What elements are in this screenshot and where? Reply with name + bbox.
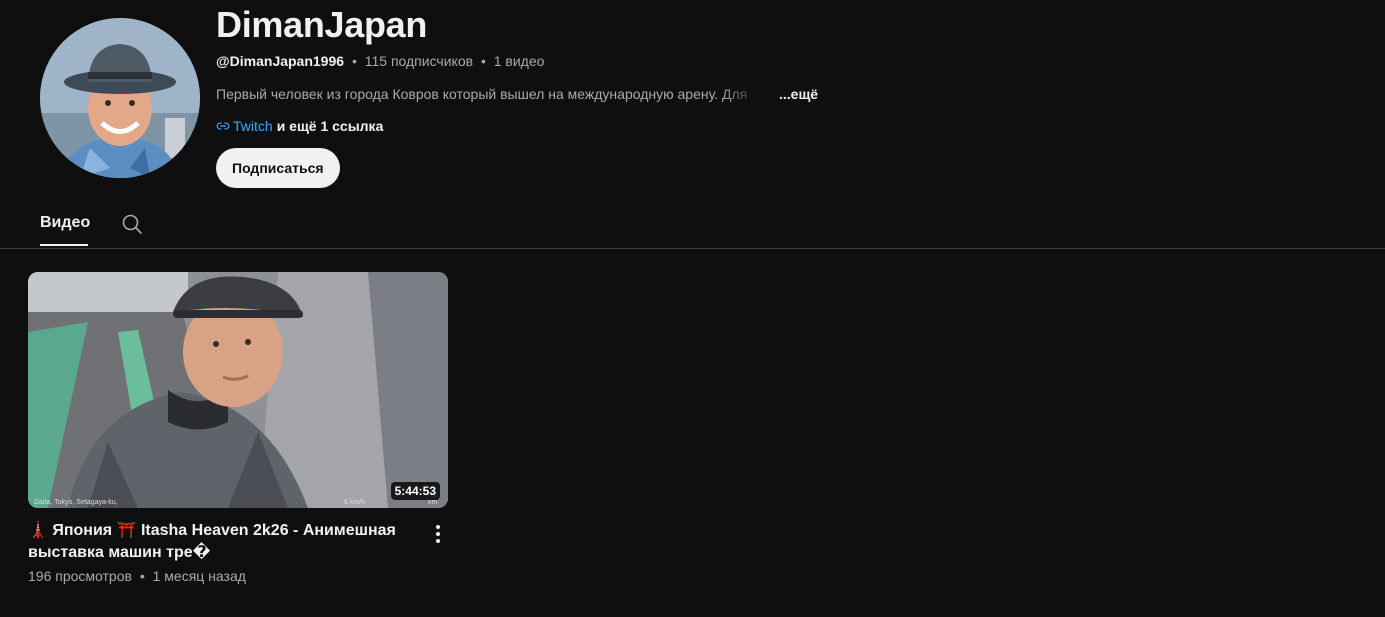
tab-active-indicator bbox=[40, 244, 88, 246]
link-icon bbox=[216, 122, 230, 130]
subscribe-button[interactable]: Подписаться bbox=[216, 148, 340, 188]
search-icon[interactable] bbox=[120, 212, 144, 236]
tab-videos[interactable]: Видео bbox=[40, 200, 90, 246]
menu-dot bbox=[436, 532, 440, 536]
channel-tabs: Видео bbox=[0, 200, 1385, 249]
description-fade bbox=[720, 84, 780, 104]
overlay-location: Daita, Tokyo, Setagaya-ku, bbox=[34, 499, 118, 506]
overlay-speed: 6 km/h bbox=[344, 499, 366, 506]
twitch-link[interactable]: Twitch bbox=[233, 118, 273, 134]
video-count: 1 видео bbox=[493, 53, 545, 69]
channel-name: DimanJapan bbox=[216, 4, 428, 45]
channel-description[interactable]: Первый человек из города Ковров который … bbox=[216, 86, 776, 102]
channel-links: Twitch и ещё 1 ссылка bbox=[216, 118, 383, 134]
video-age: 1 месяц назад bbox=[152, 568, 246, 584]
meta-separator: • bbox=[351, 53, 357, 69]
meta-separator: • bbox=[480, 53, 486, 69]
more-links-button[interactable]: и ещё 1 ссылка bbox=[277, 118, 384, 134]
subscriber-count: 115 подписчиков bbox=[364, 53, 474, 69]
video-title[interactable]: 🗼 Япония ⛩️ Itasha Heaven 2k26 - Анимешн… bbox=[28, 520, 408, 564]
description-more-button[interactable]: ...ещё bbox=[779, 86, 818, 102]
menu-dot bbox=[436, 525, 440, 529]
channel-page: DimanJapan @DimanJapan1996 • 115 подписч… bbox=[0, 0, 1385, 617]
video-duration-badge: 5:44:53 bbox=[390, 482, 440, 500]
more-vert-icon[interactable] bbox=[428, 524, 448, 544]
channel-handle: @DimanJapan1996 bbox=[216, 53, 345, 69]
channel-meta: @DimanJapan1996 • 115 подписчиков • 1 ви… bbox=[216, 53, 544, 69]
video-views: 196 просмотров bbox=[28, 568, 132, 584]
channel-avatar[interactable] bbox=[40, 18, 200, 178]
video-meta: 196 просмотров • 1 месяц назад bbox=[28, 568, 246, 584]
menu-dot bbox=[436, 539, 440, 543]
meta-separator: • bbox=[139, 568, 145, 584]
video-thumbnail[interactable]: Daita, Tokyo, Setagaya-ku, 6 km/h 0.2 km… bbox=[28, 272, 448, 508]
